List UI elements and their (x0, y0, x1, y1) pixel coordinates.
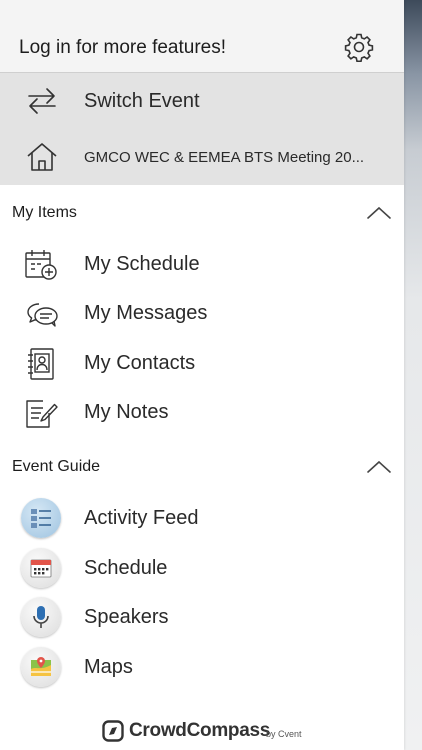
brand-name: CrowdCompass (129, 720, 271, 741)
menu-item-label: My Messages (84, 302, 208, 324)
switch-event-button[interactable]: Switch Event (0, 73, 404, 129)
home-icon (27, 143, 57, 171)
calendar-add-icon (25, 250, 57, 280)
event-guide-title: Event Guide (12, 458, 101, 475)
background-app-edge (404, 0, 422, 750)
calendar-icon (21, 548, 61, 588)
footer-branding: CrowdCompass by Cvent (0, 708, 404, 750)
login-prompt[interactable]: Log in for more features! (19, 37, 226, 59)
chevron-up-icon[interactable] (366, 205, 392, 221)
menu-item-my-messages[interactable]: My Messages (0, 290, 404, 338)
my-items-header[interactable]: My Items (0, 193, 404, 233)
menu-item-label: My Schedule (84, 253, 200, 275)
side-menu-drawer: Log in for more features! Switch Event G… (0, 0, 404, 750)
microphone-icon (21, 597, 61, 637)
contact-book-icon (28, 348, 54, 380)
event-actions-panel: Switch Event GMCO WEC & EEMEA BTS Meetin… (0, 73, 404, 185)
menu-item-label: Schedule (84, 557, 168, 579)
crowdcompass-logo-icon (102, 720, 124, 742)
menu-item-my-contacts[interactable]: My Contacts (0, 340, 404, 388)
menu-item-schedule[interactable]: Schedule (0, 545, 404, 593)
activity-feed-icon (21, 498, 61, 538)
map-icon (21, 647, 61, 687)
event-guide-header[interactable]: Event Guide (0, 447, 404, 487)
current-event-label: GMCO WEC & EEMEA BTS Meeting 20... (84, 149, 365, 166)
menu-item-label: Activity Feed (84, 507, 199, 529)
my-items-title: My Items (12, 204, 77, 221)
current-event-button[interactable]: GMCO WEC & EEMEA BTS Meeting 20... (0, 129, 404, 185)
brand-byline: by Cvent (266, 729, 302, 739)
menu-item-label: Maps (84, 656, 133, 678)
gear-icon[interactable] (344, 32, 374, 62)
menu-item-label: My Notes (84, 401, 169, 423)
menu-item-my-schedule[interactable]: My Schedule (0, 241, 404, 289)
switch-arrows-icon (28, 88, 56, 114)
menu-item-activity-feed[interactable]: Activity Feed (0, 495, 404, 543)
menu-item-speakers[interactable]: Speakers (0, 594, 404, 642)
chevron-up-icon[interactable] (366, 459, 392, 475)
menu-item-label: Speakers (84, 606, 169, 628)
menu-item-maps[interactable]: Maps (0, 644, 404, 692)
menu-item-label: My Contacts (84, 352, 196, 374)
chat-bubbles-icon (27, 303, 58, 327)
switch-event-label: Switch Event (84, 90, 200, 112)
note-edit-icon (26, 400, 58, 428)
menu-item-my-notes[interactable]: My Notes (0, 389, 404, 437)
status-bar (0, 0, 404, 22)
